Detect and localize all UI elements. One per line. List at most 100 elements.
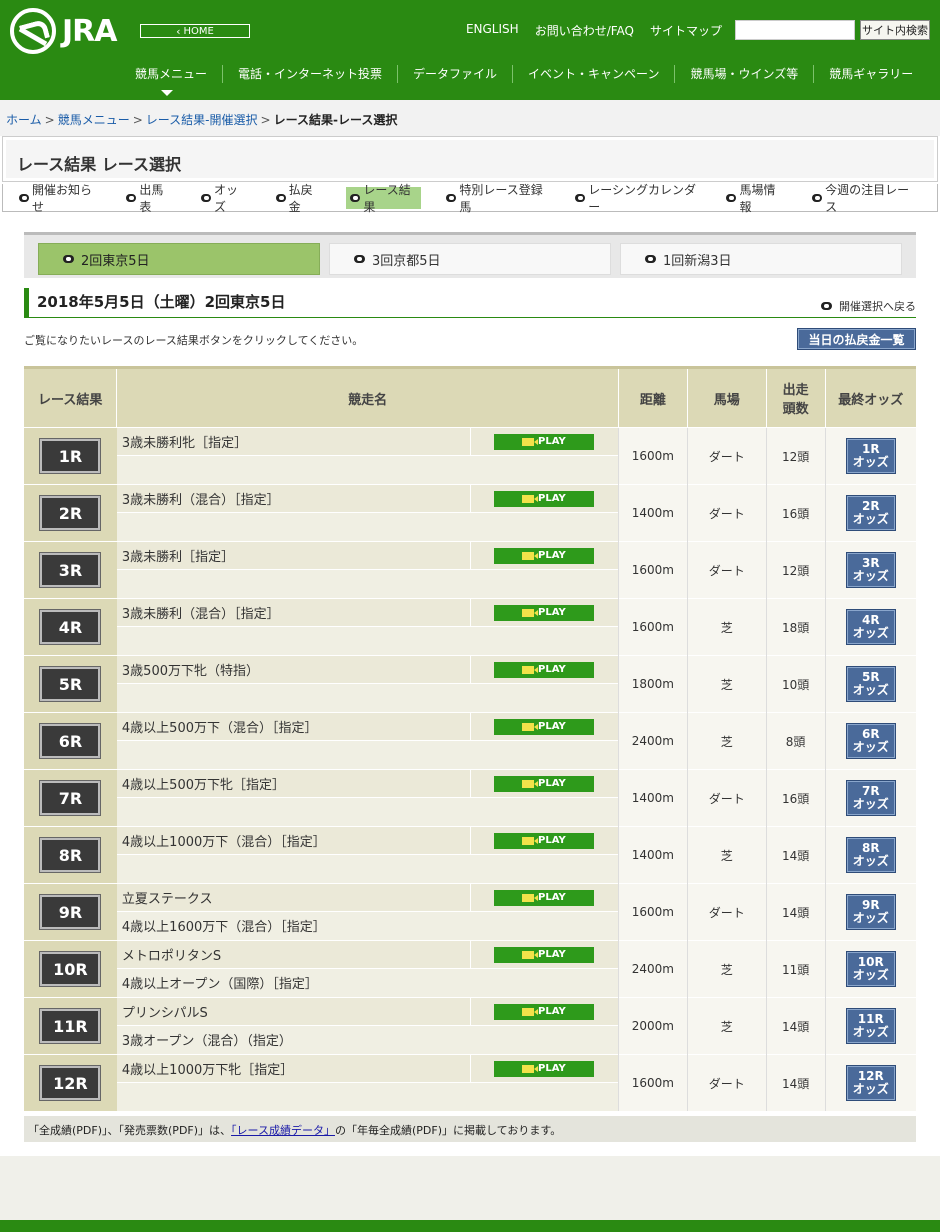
nav-item-racecourses[interactable]: 競馬場・ウインズ等 <box>674 65 813 83</box>
subnav-odds[interactable]: オッズ <box>197 183 251 214</box>
final-odds-button[interactable]: 3R オッズ <box>845 552 896 588</box>
meeting-tab-kyoto[interactable]: 3回京都5日 <box>329 243 611 275</box>
subnav-notices[interactable]: 開催お知らせ <box>15 183 101 214</box>
odds-cell: 2R オッズ <box>824 484 916 542</box>
site-search-button[interactable]: サイト内検索 <box>860 20 930 40</box>
race-result-button[interactable]: 8R <box>40 838 101 872</box>
subnav-payouts[interactable]: 払戻金 <box>272 183 326 214</box>
odds-cell: 6R オッズ <box>824 712 916 770</box>
play-label: PLAY <box>538 835 566 846</box>
race-result-button[interactable]: 9R <box>40 895 101 929</box>
nav-item-events[interactable]: イベント・キャンペーン <box>512 65 674 83</box>
surface-cell: 芝 <box>686 940 767 998</box>
runners-cell: 12頭 <box>765 541 826 599</box>
faq-link[interactable]: お問い合わせ/FAQ <box>535 22 634 39</box>
play-video-button[interactable]: PLAY <box>493 889 594 906</box>
race-result-button[interactable]: 7R <box>40 781 101 815</box>
subnav-racing-calendar[interactable]: レーシングカレンダー <box>571 183 701 214</box>
final-odds-button[interactable]: 10R オッズ <box>845 951 896 987</box>
play-video-button[interactable]: PLAY <box>493 946 594 963</box>
daily-payouts-button[interactable]: 当日の払戻金一覧 <box>797 328 916 350</box>
breadcrumb-home[interactable]: ホーム <box>6 113 42 127</box>
play-video-button[interactable]: PLAY <box>493 832 594 849</box>
play-video-button[interactable]: PLAY <box>493 718 594 735</box>
final-odds-button[interactable]: 12R オッズ <box>845 1065 896 1101</box>
runners-cell: 10頭 <box>765 655 826 713</box>
final-odds-button[interactable]: 5R オッズ <box>845 666 896 702</box>
subnav-special-entries[interactable]: 特別レース登録馬 <box>442 183 550 214</box>
jra-logo[interactable]: JRA <box>10 8 117 54</box>
final-odds-button[interactable]: 11R オッズ <box>845 1008 896 1044</box>
race-result-button[interactable]: 4R <box>40 610 101 644</box>
race-result-button[interactable]: 3R <box>40 553 101 587</box>
final-odds-button[interactable]: 6R オッズ <box>845 723 896 759</box>
race-results-data-link[interactable]: 「レース成績データ」 <box>231 1124 335 1137</box>
header-runners-line2: 頭数 <box>782 402 809 417</box>
final-odds-button[interactable]: 4R オッズ <box>845 609 896 645</box>
race-condition <box>116 855 471 883</box>
home-button[interactable]: HOME <box>140 24 250 38</box>
surface-cell: ダート <box>686 883 767 941</box>
race-result-button[interactable]: 2R <box>40 496 101 530</box>
meeting-tab-tokyo[interactable]: 2回東京5日 <box>38 243 320 275</box>
final-odds-button[interactable]: 8R オッズ <box>845 837 896 873</box>
subnav-label: 馬場情報 <box>739 182 776 214</box>
final-odds-button[interactable]: 9R オッズ <box>845 894 896 930</box>
play-cell: PLAY <box>470 1055 618 1083</box>
english-link[interactable]: ENGLISH <box>466 22 519 39</box>
breadcrumb-keiba-menu[interactable]: 競馬メニュー <box>58 113 130 127</box>
play-cell: PLAY <box>470 941 618 969</box>
final-odds-button[interactable]: 2R オッズ <box>845 495 896 531</box>
race-name-grid: 3歳未勝利［指定］ PLAY <box>116 542 618 598</box>
subnav-race-results[interactable]: レース結果 <box>346 183 422 214</box>
meeting-tab-niigata[interactable]: 1回新潟3日 <box>620 243 902 275</box>
play-video-button[interactable]: PLAY <box>493 547 594 564</box>
nav-item-gallery[interactable]: 競馬ギャラリー <box>813 65 928 83</box>
final-odds-button[interactable]: 1R オッズ <box>845 438 896 474</box>
race-name-grid: 4歳以上1000万下（混合）［指定］ PLAY <box>116 827 618 883</box>
race-condition: 4歳以上オープン（国際）［指定］ <box>116 969 471 997</box>
race-result-button[interactable]: 1R <box>40 439 101 473</box>
play-video-button[interactable]: PLAY <box>493 433 594 450</box>
race-name-cell: 立夏ステークス PLAY 4歳以上1600万下（混合）［指定］ <box>116 883 619 941</box>
nav-item-data-file[interactable]: データファイル <box>397 65 512 83</box>
odds-cell: 7R オッズ <box>824 769 916 827</box>
back-to-meeting-select-link[interactable]: 開催選択へ戻る <box>821 298 916 314</box>
play-video-button[interactable]: PLAY <box>493 661 594 678</box>
race-name-cell: プリンシパルS PLAY 3歳オープン（混合）（指定） <box>116 997 619 1055</box>
breadcrumb-meeting-select[interactable]: レース結果-開催選択 <box>146 113 258 127</box>
header-runners-line1: 出走 <box>782 383 809 398</box>
subnav-featured-races[interactable]: 今週の注目レース <box>808 183 916 214</box>
race-result-button[interactable]: 12R <box>40 1066 101 1100</box>
race-name-grid: 3歳未勝利（混合）［指定］ PLAY <box>116 599 618 655</box>
play-video-button[interactable]: PLAY <box>493 604 594 621</box>
play-video-button[interactable]: PLAY <box>493 1060 594 1077</box>
nav-item-keiba-menu[interactable]: 競馬メニュー <box>120 65 222 83</box>
race-name-grid: 3歳500万下牝（特指） PLAY <box>116 656 618 712</box>
subnav-track-info[interactable]: 馬場情報 <box>722 183 787 214</box>
race-result-button[interactable]: 10R <box>40 952 101 986</box>
video-camera-icon <box>522 950 539 959</box>
play-video-button[interactable]: PLAY <box>493 1003 594 1020</box>
final-odds-button[interactable]: 7R オッズ <box>845 780 896 816</box>
result-cell: 10R <box>24 940 117 998</box>
play-video-button[interactable]: PLAY <box>493 490 594 507</box>
subnav-entries[interactable]: 出馬表 <box>122 183 176 214</box>
race-condition <box>116 570 471 598</box>
race-name: 4歳以上1000万下（混合）［指定］ <box>116 827 471 855</box>
race-name: 3歳500万下牝（特指） <box>116 656 471 684</box>
sitemap-link[interactable]: サイトマップ <box>650 22 722 39</box>
search-input[interactable] <box>735 20 855 40</box>
play-video-button[interactable]: PLAY <box>493 775 594 792</box>
nav-item-voting[interactable]: 電話・インターネット投票 <box>222 65 397 83</box>
race-result-button[interactable]: 6R <box>40 724 101 758</box>
race-condition <box>116 741 471 769</box>
odds-cell: 3R オッズ <box>824 541 916 599</box>
surface-cell: 芝 <box>686 655 767 713</box>
race-result-button[interactable]: 5R <box>40 667 101 701</box>
bullet-icon <box>446 193 457 202</box>
race-result-button[interactable]: 11R <box>40 1009 101 1043</box>
play-cell: PLAY <box>470 770 618 798</box>
meeting-tab-label: 2回東京5日 <box>81 253 150 269</box>
play-label: PLAY <box>538 1006 566 1017</box>
